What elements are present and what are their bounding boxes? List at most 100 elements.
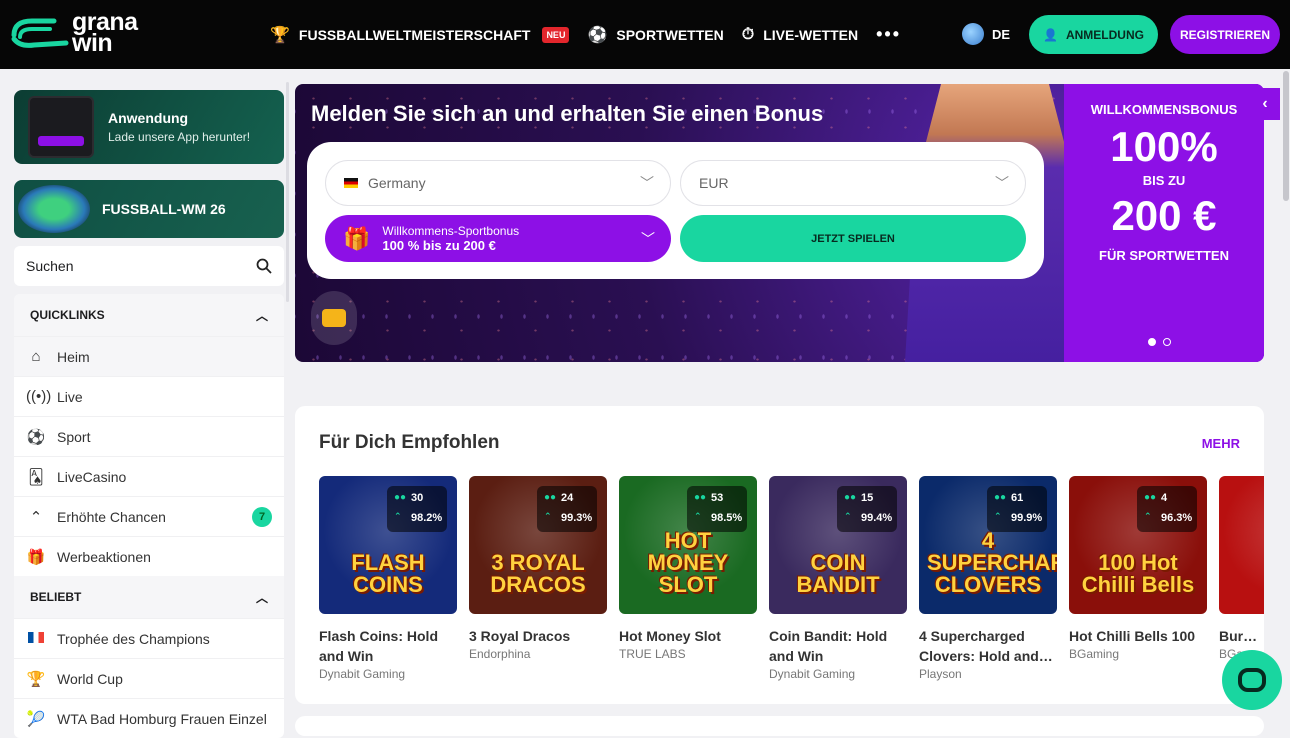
- player-count: 30: [411, 492, 424, 504]
- players-icon: ●●: [694, 492, 707, 503]
- popular-heading: BELIEBT: [30, 590, 82, 604]
- game-name[interactable]: Coin Bandit: Hold and Win: [769, 626, 907, 666]
- germany-flag-icon: [344, 178, 358, 188]
- trophy-icon: 🏆: [270, 26, 290, 44]
- promo-code-button[interactable]: [311, 291, 357, 345]
- nav-worldcup[interactable]: 🏆 FUSSBALLWELTMEISTERSCHAFT NEU: [270, 25, 570, 45]
- game-card[interactable]: 4 SUPERCHARGED CLOVERS ●● 61 ⌃ 99.9% 4 S…: [919, 476, 1057, 681]
- app-promo-subtitle: Lade unsere App herunter!: [108, 130, 251, 144]
- app-promo-banner[interactable]: Anwendung Lade unsere App herunter!: [14, 90, 284, 164]
- rtp-value: 99.4%: [861, 512, 893, 524]
- game-card[interactable]: HOT MONEY SLOT ●● 53 ⌃ 98.5% Hot Money S…: [619, 476, 757, 681]
- players-icon: ●●: [994, 492, 1007, 503]
- game-provider: Dynabit Gaming: [319, 667, 406, 681]
- rtp-value: 98.5%: [711, 512, 743, 524]
- page-scrollbar[interactable]: [1282, 69, 1290, 726]
- ticket-icon: [322, 309, 346, 327]
- game-thumbnail[interactable]: FLASH COINS ●● 30 ⌃ 98.2%: [319, 476, 457, 614]
- count-badge: 7: [252, 506, 272, 527]
- game-art-title: 100 Hot Chilli Bells: [1081, 550, 1195, 597]
- bonus-select[interactable]: 🎁 Willkommens-Sportbonus 100 % bis zu 20…: [325, 215, 671, 262]
- sidebar-item-wta[interactable]: 🎾 WTA Bad Homburg Frauen Einzel: [14, 698, 284, 738]
- game-art-title: 4 SUPERCHARGED CLOVERS: [927, 528, 1057, 597]
- sidebar-item-heim[interactable]: ⌂ Heim: [14, 336, 284, 376]
- sidebar-item-erhoehte-chancen[interactable]: ⌃ Erhöhte Chancen 7: [14, 496, 284, 536]
- bonus-value: 100 % bis zu 200 €: [382, 238, 496, 253]
- sidebar-item-label: Werbeaktionen: [57, 548, 151, 565]
- scroll-thumb[interactable]: [1283, 71, 1289, 201]
- currency-value: EUR: [699, 175, 729, 191]
- game-thumbnail[interactable]: HOT MONEY SLOT ●● 53 ⌃ 98.5%: [619, 476, 757, 614]
- game-name[interactable]: Hot Chilli Bells 100: [1069, 626, 1207, 646]
- popular-header[interactable]: BELIEBT ︿: [14, 576, 284, 618]
- currency-select[interactable]: EUR ﹀: [680, 160, 1026, 206]
- sidebar-item-livecasino[interactable]: 🂡 LiveCasino: [14, 456, 284, 496]
- sidebar-item-label: Trophée des Champions: [57, 630, 210, 647]
- nav-livewetten[interactable]: ⏱ LIVE-WETTEN: [742, 26, 858, 44]
- more-link[interactable]: MEHR: [1202, 436, 1240, 451]
- game-art-title: COIN BANDIT: [796, 550, 880, 597]
- game-card[interactable]: FLASH COINS ●● 30 ⌃ 98.2% Flash Coins: H…: [319, 476, 457, 681]
- player-count: 61: [1011, 492, 1024, 504]
- sidebar-item-label: Sport: [57, 428, 91, 445]
- wm-promo-banner[interactable]: FUSSBALL-WM 26: [14, 180, 284, 238]
- sidebar-scrollbar[interactable]: [286, 82, 289, 302]
- gift-icon: 🎁: [26, 548, 46, 566]
- chevron-down-icon: ﹀: [995, 175, 1009, 191]
- carousel-pager: [1148, 338, 1178, 346]
- game-card[interactable]: 100 Hot Chilli Bells ●● 4 ⌃ 96.3% Hot Ch…: [1069, 476, 1207, 681]
- sidebar-item-werbeaktionen[interactable]: 🎁 Werbeaktionen: [14, 536, 284, 576]
- player-count: 15: [861, 492, 874, 504]
- pager-dot[interactable]: [1148, 338, 1156, 346]
- chevron-left-icon[interactable]: ‹: [1250, 88, 1280, 120]
- game-provider: Dynabit Gaming: [769, 667, 856, 681]
- game-card[interactable]: COIN BANDIT ●● 15 ⌃ 99.4% Coin Bandit: H…: [769, 476, 907, 681]
- game-provider: Endorphina: [469, 647, 531, 661]
- soccer-ball-icon: ⚽: [26, 428, 46, 446]
- game-thumbnail[interactable]: 3 ROYAL DRACOS ●● 24 ⌃ 99.3%: [469, 476, 607, 614]
- sidebar-item-live[interactable]: ((•)) Live: [14, 376, 284, 416]
- sidebar-item-trophee[interactable]: Trophée des Champions: [14, 618, 284, 658]
- player-count: 53: [711, 492, 724, 504]
- game-art-title: HOT MONEY SLOT: [647, 528, 729, 597]
- login-button[interactable]: 👤 ANMELDUNG: [1029, 15, 1158, 54]
- chat-button[interactable]: [1222, 650, 1282, 710]
- pager-dot[interactable]: [1163, 338, 1171, 346]
- language-selector[interactable]: DE: [962, 23, 1010, 45]
- country-select[interactable]: Germany ﹀: [325, 160, 671, 206]
- rtp-value: 98.2%: [411, 512, 443, 524]
- game-thumbnail[interactable]: 100 Hot Chilli Bells ●● 4 ⌃ 96.3%: [1069, 476, 1207, 614]
- nav-sportwetten[interactable]: ⚽ SPORTWETTEN: [587, 25, 723, 45]
- game-name[interactable]: Bur…: [1219, 626, 1264, 646]
- player-count: 24: [561, 492, 574, 504]
- game-name[interactable]: Hot Money Slot: [619, 626, 757, 646]
- game-name[interactable]: 3 Royal Dracos: [469, 626, 607, 646]
- game-stats: ●● 61 ⌃ 99.9%: [987, 486, 1047, 532]
- game-thumbnail[interactable]: [1219, 476, 1264, 614]
- chevron-up-icon: ︿: [255, 308, 268, 323]
- game-name[interactable]: Flash Coins: Hold and Win: [319, 626, 457, 666]
- sidebar-item-label: World Cup: [57, 670, 123, 687]
- more-menu-button[interactable]: •••: [876, 24, 901, 45]
- logo[interactable]: grana win: [10, 10, 138, 56]
- sidebar-item-worldcup[interactable]: 🏆 World Cup: [14, 658, 284, 698]
- play-now-button[interactable]: JETZT SPIELEN: [680, 215, 1026, 262]
- chat-icon: [1238, 668, 1266, 692]
- player-count: 4: [1161, 492, 1168, 504]
- register-button[interactable]: REGISTRIEREN: [1170, 15, 1280, 54]
- game-name[interactable]: 4 Supercharged Clovers: Hold and…: [919, 626, 1057, 666]
- quicklinks-header[interactable]: QUICKLINKS ︿: [14, 294, 284, 336]
- bonus-percent: 100%: [1110, 123, 1218, 170]
- game-card[interactable]: 3 ROYAL DRACOS ●● 24 ⌃ 99.3% 3 Royal Dra…: [469, 476, 607, 681]
- sidebar-item-label: WTA Bad Homburg Frauen Einzel: [57, 710, 267, 727]
- game-art-title: 3 ROYAL DRACOS: [490, 550, 586, 597]
- game-thumbnail[interactable]: 4 SUPERCHARGED CLOVERS ●● 61 ⌃ 99.9%: [919, 476, 1057, 614]
- globe-icon: [962, 23, 984, 45]
- search-input[interactable]: Suchen: [14, 246, 284, 286]
- sidebar-item-sport[interactable]: ⚽ Sport: [14, 416, 284, 456]
- games-row: FLASH COINS ●● 30 ⌃ 98.2% Flash Coins: H…: [319, 476, 1264, 681]
- quicklinks-heading: QUICKLINKS: [30, 308, 105, 322]
- trophy-icon: 🏆: [26, 670, 46, 688]
- game-thumbnail[interactable]: COIN BANDIT ●● 15 ⌃ 99.4%: [769, 476, 907, 614]
- players-icon: ●●: [844, 492, 857, 503]
